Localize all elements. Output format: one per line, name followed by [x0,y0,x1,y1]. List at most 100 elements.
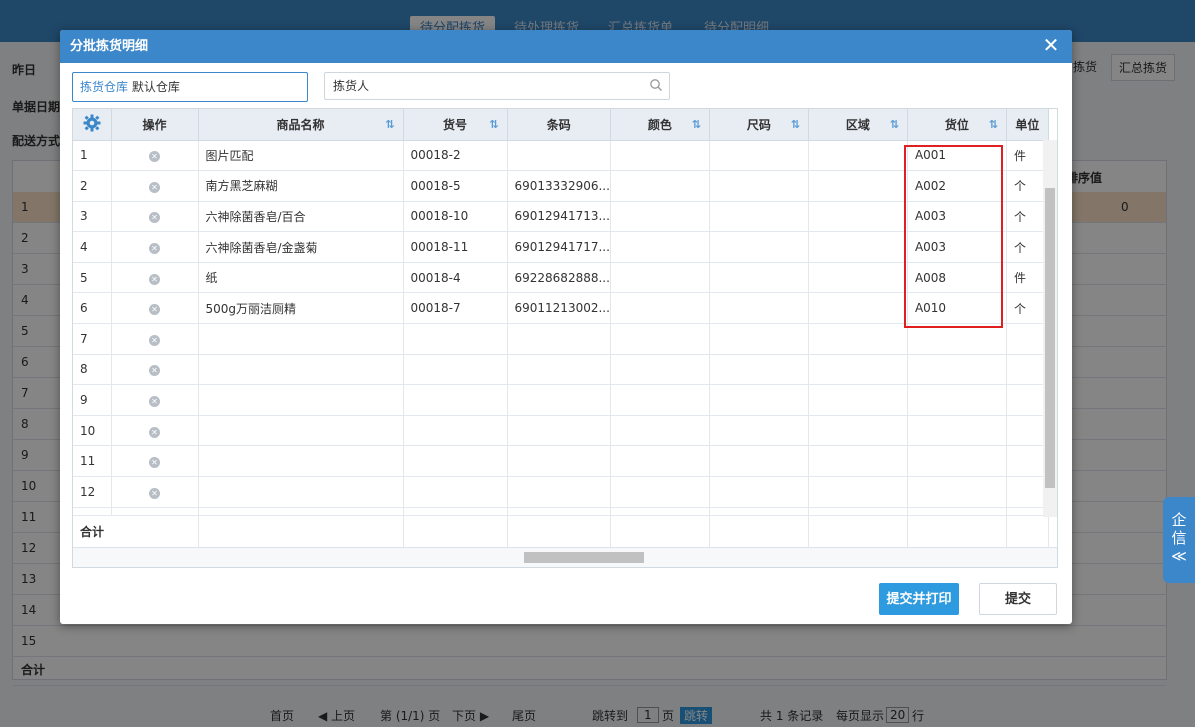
remove-icon[interactable]: ✕ [149,151,160,163]
cell-location [907,476,1007,508]
remove-icon[interactable]: ✕ [149,304,160,316]
submit-and-print-button[interactable]: 提交并打印 [879,583,959,615]
cell-color [610,140,710,172]
remove-icon[interactable]: ✕ [149,426,160,438]
horizontal-scroll-thumb[interactable] [524,552,644,563]
cell-sku [403,415,508,447]
total-row: 合计 [73,515,1049,548]
table-row[interactable]: 2 ✕ 南方黑芝麻糊 00018-5 69013332906... A002 个 [73,170,1049,202]
remove-icon[interactable]: ✕ [149,334,160,346]
remove-icon[interactable]: ✕ [149,365,160,377]
row-number: 9 [73,384,112,416]
cell-zone [808,384,908,416]
vertical-scrollbar[interactable] [1043,140,1057,517]
cell-size [709,384,809,416]
picker-placeholder: 拣货人 [333,79,370,93]
row-operation[interactable]: ✕ [111,201,199,233]
table-row[interactable]: 3 ✕ 六神除菌香皂/百合 00018-10 69012941713... A003 个 [73,201,1049,233]
column-header-product-name[interactable]: 商品名称 ⇅ [198,109,404,141]
column-header-zone[interactable]: 区域 ⇅ [808,109,908,141]
column-header-color[interactable]: 颜色 ⇅ [610,109,710,141]
sort-icon[interactable]: ⇅ [385,118,394,131]
row-operation[interactable]: ✕ [111,170,199,202]
column-header-sku[interactable]: 货号 ⇅ [403,109,508,141]
horizontal-scrollbar[interactable] [73,547,1057,567]
cell-location: A008 [907,262,1007,294]
cell-color [610,323,710,355]
column-header-barcode[interactable]: 条码 [507,109,611,141]
row-operation[interactable]: ✕ [111,323,199,355]
column-header-size[interactable]: 尺码 ⇅ [709,109,809,141]
cell-color [610,354,710,386]
sort-icon[interactable]: ⇅ [890,118,899,131]
gear-icon[interactable] [83,114,101,132]
sort-icon[interactable]: ⇅ [692,118,701,131]
cell-name [198,476,404,508]
cell-sku [403,445,508,478]
remove-icon[interactable]: ✕ [149,457,160,469]
remove-icon[interactable]: ✕ [149,487,160,499]
table-row[interactable]: 12 ✕ [73,476,1049,508]
side-service-widget[interactable]: 企 信 ≪ [1163,497,1195,583]
sort-icon[interactable]: ⇅ [489,118,498,131]
table-row[interactable]: 1 ✕ 图片匹配 00018-2 A001 件 [73,140,1049,172]
table-header-row: 操作 商品名称 ⇅ 货号 ⇅ 条码 颜色 ⇅ 尺码 ⇅ 区域 ⇅ 货位 ⇅ 单位 [73,109,1049,141]
cell-color [610,170,710,202]
cell-size [709,445,809,478]
close-icon[interactable]: ✕ [1040,34,1062,56]
search-icon[interactable] [649,78,663,92]
cell-location [907,384,1007,416]
cell-location: A001 [907,140,1007,172]
row-operation[interactable]: ✕ [111,476,199,508]
row-number: 11 [73,445,112,478]
table-row[interactable]: 5 ✕ 纸 00018-4 69228682888... A008 件 [73,262,1049,294]
remove-icon[interactable]: ✕ [149,273,160,285]
table-row[interactable]: 7 ✕ [73,323,1049,355]
row-operation[interactable]: ✕ [111,140,199,172]
table-row[interactable]: 11 ✕ [73,445,1049,478]
table-row[interactable]: 4 ✕ 六神除菌香皂/金盏菊 00018-11 69012941717... A003 个 [73,231,1049,263]
remove-icon[interactable]: ✕ [149,181,160,193]
detail-table: 操作 商品名称 ⇅ 货号 ⇅ 条码 颜色 ⇅ 尺码 ⇅ 区域 ⇅ 货位 ⇅ 单位 1 ✕ 图片匹… [73,109,1049,548]
cell-color [610,201,710,233]
column-header-operation[interactable]: 操作 [111,109,199,141]
cell-name: 南方黑芝麻糊 [198,170,404,202]
row-number: 7 [73,323,112,355]
cell-zone [808,415,908,447]
cell-name [198,354,404,386]
table-row[interactable]: 8 ✕ [73,354,1049,386]
row-operation[interactable]: ✕ [111,415,199,447]
row-operation[interactable]: ✕ [111,262,199,294]
batch-pick-detail-dialog: 分批拣货明细 ✕ 拣货仓库 默认仓库 拣货人 操作 商品名称 ⇅ 货号 ⇅ 条码… [60,30,1072,624]
remove-icon[interactable]: ✕ [149,396,160,408]
warehouse-field[interactable]: 拣货仓库 默认仓库 [72,72,308,102]
cell-name: 500g万丽洁厕精 [198,292,404,325]
column-header-location[interactable]: 货位 ⇅ [907,109,1007,141]
sort-icon[interactable]: ⇅ [989,118,998,131]
cell-sku [403,476,508,508]
cell-zone [808,323,908,355]
remove-icon[interactable]: ✕ [149,243,160,255]
picker-input[interactable]: 拣货人 [324,72,670,100]
sort-icon[interactable]: ⇅ [791,118,800,131]
filter-row: 拣货仓库 默认仓库 拣货人 [72,72,672,102]
row-operation[interactable]: ✕ [111,384,199,416]
row-operation[interactable]: ✕ [111,445,199,478]
row-operation[interactable]: ✕ [111,292,199,325]
table-row[interactable]: 10 ✕ [73,415,1049,447]
cell-size [709,323,809,355]
cell-size [709,262,809,294]
row-operation[interactable]: ✕ [111,354,199,386]
table-row[interactable]: 6 ✕ 500g万丽洁厕精 00018-7 69011213002... A010 个 [73,292,1049,325]
settings-column-header[interactable] [73,109,112,141]
submit-button[interactable]: 提交 [979,583,1057,615]
vertical-scroll-thumb[interactable] [1045,188,1055,488]
dialog-header: 分批拣货明细 ✕ [60,30,1072,63]
detail-grid: 操作 商品名称 ⇅ 货号 ⇅ 条码 颜色 ⇅ 尺码 ⇅ 区域 ⇅ 货位 ⇅ 单位 1 ✕ 图片匹… [72,108,1058,568]
remove-icon[interactable]: ✕ [149,212,160,224]
table-row[interactable]: 9 ✕ [73,384,1049,416]
column-header-unit[interactable]: 单位 [1006,109,1049,141]
cell-color [610,292,710,325]
collapse-icon[interactable]: ≪ [1163,547,1195,565]
row-operation[interactable]: ✕ [111,231,199,263]
